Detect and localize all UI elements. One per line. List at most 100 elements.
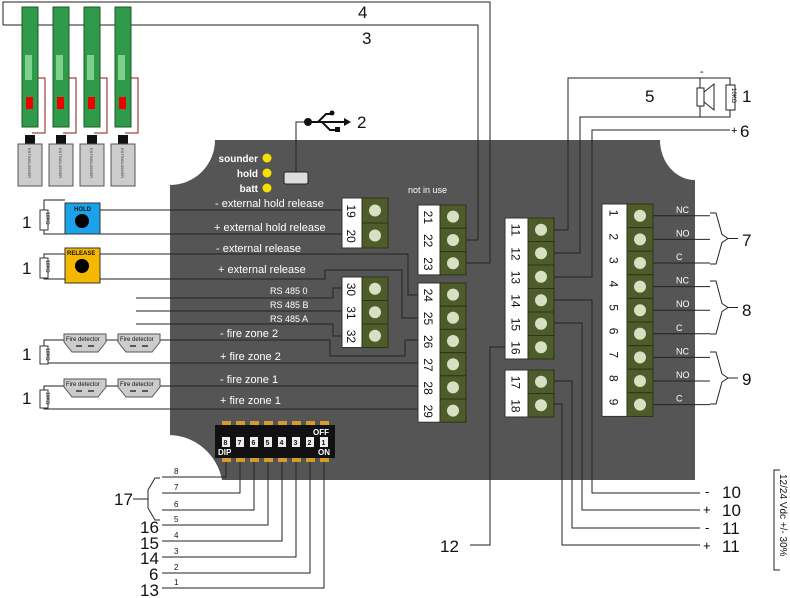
sounder-minus: - — [700, 66, 704, 78]
relay-label: NO — [676, 370, 690, 380]
label-ext-release-minus: - external release — [216, 243, 301, 255]
terminal-screw[interactable] — [634, 257, 646, 269]
release-button: RELEASE — [64, 247, 101, 284]
svg-text:10KΩ: 10KΩ — [44, 260, 50, 273]
terminal-block-11-16: 11 12 13 14 15 16 — [504, 217, 555, 360]
callout-1-zone1: 1 — [22, 389, 31, 408]
terminal-number: 3 — [607, 257, 621, 264]
terminal-screw[interactable] — [634, 233, 646, 246]
hold-led-icon — [262, 168, 272, 178]
terminal-screw[interactable] — [447, 404, 459, 417]
terminal-screw[interactable] — [369, 306, 381, 319]
callout-5: 5 — [645, 87, 654, 106]
terminal-number: 11 — [509, 224, 523, 237]
terminal-screw[interactable] — [535, 247, 547, 260]
terminal-screw[interactable] — [535, 399, 547, 412]
terminal-screw[interactable] — [535, 270, 547, 283]
terminal-number: 21 — [421, 211, 435, 225]
terminal-screw[interactable] — [369, 282, 381, 295]
terminal-screw[interactable] — [447, 288, 459, 301]
dip-pin-label: 5 — [174, 515, 179, 524]
terminal-screw[interactable] — [369, 329, 381, 342]
plus-11: + — [703, 538, 711, 553]
terminal-screw[interactable] — [634, 398, 646, 411]
terminal-screw[interactable] — [535, 341, 547, 354]
relay-label: NC — [676, 205, 689, 215]
label-rs485-a: RS 485 A — [270, 314, 308, 324]
resistor-10k: 10KΩ — [39, 345, 50, 365]
terminal-screw[interactable] — [447, 257, 459, 270]
dip-switch-number: 6 — [252, 440, 256, 447]
terminal-number: 30 — [344, 283, 358, 297]
hold-button: HOLD — [64, 202, 101, 235]
svg-text:10KΩ: 10KΩ — [730, 88, 736, 104]
terminal-number: 32 — [344, 330, 358, 344]
terminal-screw[interactable] — [447, 311, 459, 324]
terminal-screw[interactable] — [535, 375, 547, 388]
power-note: 12/24 Vdc +/- 30% — [777, 474, 788, 557]
terminal-screw[interactable] — [447, 358, 459, 371]
terminal-number: 2 — [607, 233, 621, 240]
terminal-number: 19 — [344, 205, 358, 219]
label-rs485-0: RS 485 0 — [270, 286, 308, 296]
label-ext-hold-minus: - external hold release — [215, 198, 324, 210]
sounder-icon — [696, 78, 715, 117]
terminal-screw[interactable] — [634, 304, 646, 317]
callout-1-sounder: 1 — [742, 87, 751, 106]
terminal-screw[interactable] — [634, 351, 646, 364]
relay-label: NO — [676, 228, 690, 238]
terminal-screw[interactable] — [535, 317, 547, 330]
extinguisher-module-2: EXTINGUISHER — [48, 6, 77, 187]
terminal-number: 17 — [509, 376, 523, 390]
callout-10-plus: 10 — [722, 501, 741, 520]
dip-pin-label: 7 — [174, 483, 179, 492]
terminal-screw[interactable] — [447, 381, 459, 394]
detector-label: Fire detector — [120, 382, 154, 388]
terminal-screw[interactable] — [634, 327, 646, 340]
wiring-diagram: 4 3 EXTINGUISHER EXTINGUISHER EXTINGUISHER… — [2, 1, 788, 598]
terminal-screw[interactable] — [535, 223, 547, 236]
relay-label: NO — [676, 299, 690, 309]
terminal-number: 28 — [421, 381, 435, 395]
terminal-screw[interactable] — [447, 210, 459, 223]
relay-label: NC — [676, 346, 689, 356]
terminal-screw[interactable] — [447, 335, 459, 347]
extinguisher-module-4: EXTINGUISHER — [110, 6, 139, 187]
plus-10: + — [703, 502, 711, 517]
svg-text:10KΩ: 10KΩ — [44, 392, 50, 405]
terminal-screw[interactable] — [447, 233, 459, 246]
extinguisher-module-1: EXTINGUISHER — [17, 6, 46, 187]
label-ext-hold-plus: + external hold release — [214, 222, 326, 234]
extinguisher-modules: EXTINGUISHER EXTINGUISHER EXTINGUISHER EXTI… — [17, 6, 139, 187]
callout-11-minus: 11 — [722, 519, 740, 538]
terminal-screw[interactable] — [634, 209, 646, 222]
terminal-number: 15 — [509, 318, 523, 332]
dip-switch-number: 7 — [238, 440, 242, 447]
terminal-screw[interactable] — [369, 204, 381, 217]
terminal-screw[interactable] — [535, 294, 547, 307]
detector-label: Fire detector — [66, 382, 100, 388]
dip-switch-number: 5 — [266, 440, 270, 447]
callout-11-plus: 11 — [722, 537, 740, 556]
terminal-block-30-32: 30 31 32 — [341, 276, 389, 348]
callout-6: 6 — [740, 122, 749, 141]
terminal-screw[interactable] — [634, 280, 646, 293]
label-ext-release-plus: + external release — [218, 264, 306, 276]
terminal-screw[interactable] — [634, 375, 646, 387]
callout-9: 9 — [742, 370, 751, 389]
resistor-10k: 10KΩ — [39, 257, 50, 279]
terminal-block-24-29: 24 25 26 27 28 29 — [417, 282, 467, 423]
hold-button-label: HOLD — [74, 207, 92, 213]
detector-label: Fire detector — [120, 337, 154, 343]
svg-text:10KΩ: 10KΩ — [44, 348, 50, 361]
label-not-in-use: not in use — [408, 185, 447, 195]
terminal-screw[interactable] — [369, 229, 381, 242]
dip-switch[interactable]: OFF DIP ON 8 7 6 5 4 3 2 1 — [215, 421, 335, 462]
resistor-10k: 10KΩ — [39, 389, 50, 409]
usb-icon — [304, 110, 351, 132]
plus-6: + — [731, 125, 737, 137]
relay-label: C — [676, 323, 683, 333]
label-fire-zone1-plus: + fire zone 1 — [220, 395, 281, 407]
dip-off-label: OFF — [313, 428, 329, 437]
extinguisher-label: EXTINGUISHER — [89, 148, 94, 178]
